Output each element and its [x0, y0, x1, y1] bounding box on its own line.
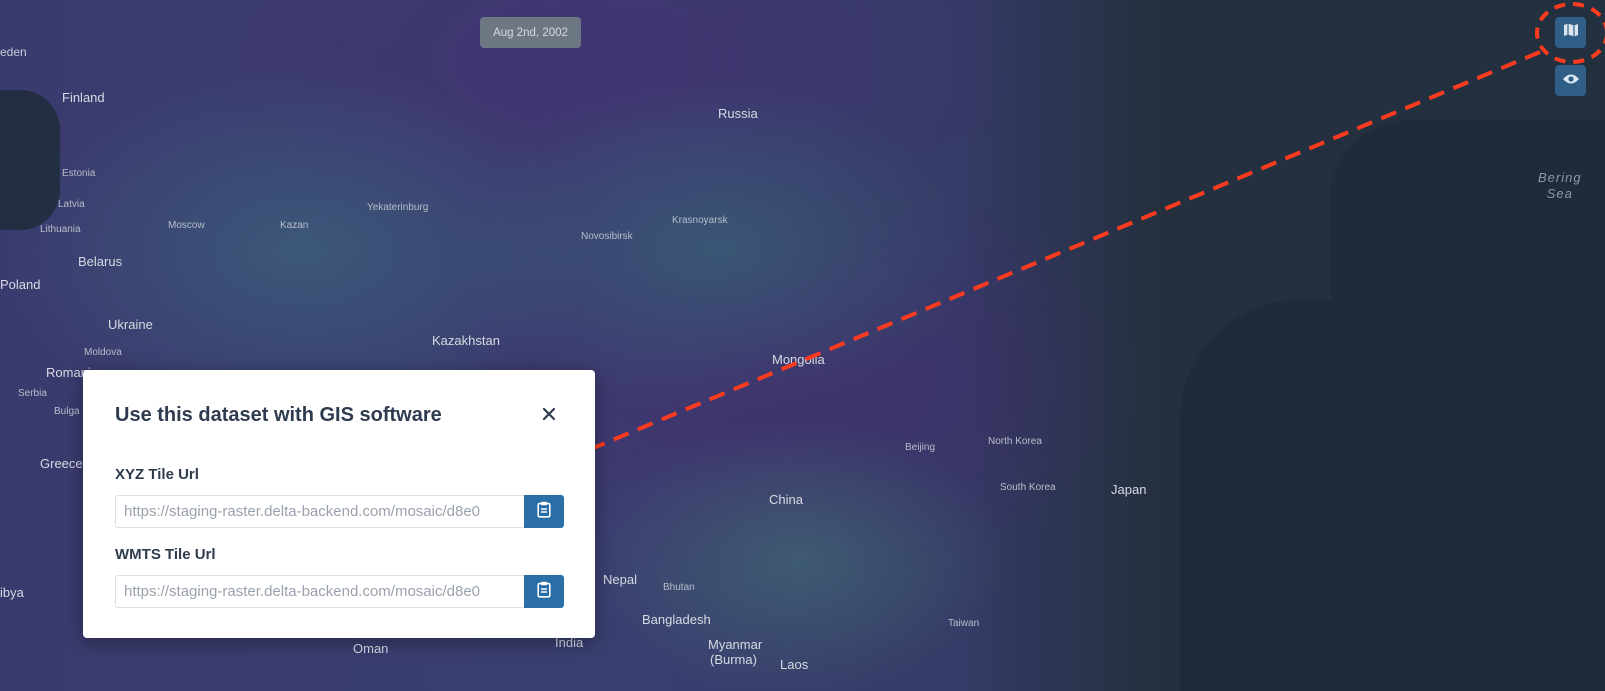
close-icon — [542, 407, 556, 426]
clipboard-icon — [537, 581, 551, 603]
wmts-url-input[interactable] — [115, 575, 524, 608]
xyz-field-row — [115, 495, 564, 528]
modal-title: Use this dataset with GIS software — [115, 404, 442, 426]
xyz-copy-button[interactable] — [523, 495, 564, 528]
annotation-dashed-line — [571, 50, 1541, 459]
wmts-field-row — [115, 575, 564, 608]
xyz-label: XYZ Tile Url — [115, 466, 199, 483]
annotation-circle — [1535, 2, 1605, 64]
gis-modal: Use this dataset with GIS software XYZ T… — [83, 370, 595, 638]
close-button[interactable] — [537, 404, 561, 428]
wmts-label: WMTS Tile Url — [115, 546, 216, 563]
wmts-copy-button[interactable] — [523, 575, 564, 608]
xyz-url-input[interactable] — [115, 495, 524, 528]
clipboard-icon — [537, 501, 551, 523]
